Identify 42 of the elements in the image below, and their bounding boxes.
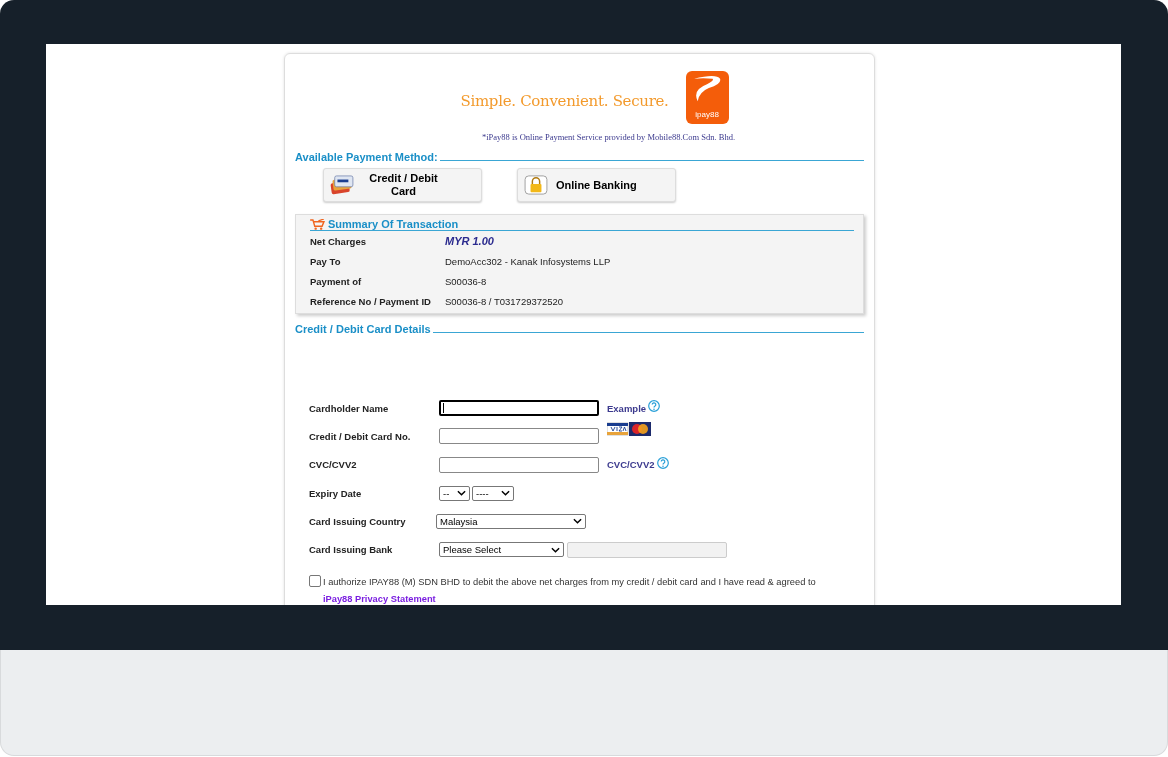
section-heading: Credit / Debit Card Details (295, 323, 431, 335)
help-link[interactable]: Example (607, 402, 647, 414)
privacy-link[interactable]: iPay88 Privacy Statement (323, 593, 436, 604)
footnote: *iPay88 is Online Payment Service provided by Mobile88.Com Sdn. Bhd. (481, 132, 736, 142)
summary-value: DemoAcc302 - Kanak Infosystems LLP (445, 256, 612, 267)
cart-icon (310, 219, 325, 230)
help-icon (656, 456, 669, 469)
dropdown[interactable]: -- (439, 485, 470, 501)
chevron-down-icon (501, 490, 510, 497)
payment-method-button[interactable]: Online Banking (517, 168, 676, 202)
field-label: CVC/CVV2 (309, 459, 358, 471)
tagline: Simple. Convenient. Secure. (460, 91, 669, 110)
chevron-down-icon (457, 490, 466, 497)
help-link[interactable]: CVC/CVV2 (607, 459, 655, 471)
dropdown[interactable]: ---- (472, 485, 514, 501)
field-label: Credit / Debit Card No. (309, 430, 412, 442)
logo-text: ipay88 (695, 110, 719, 119)
checkbox[interactable] (309, 574, 321, 587)
summary-value: S00036-8 (445, 276, 488, 287)
summary-label: Reference No / Payment ID (310, 296, 432, 307)
padlock-icon (524, 175, 548, 195)
summary-value: S00036-8 / T031729372520 (445, 296, 565, 307)
summary-title: Summary Of Transaction (328, 218, 459, 230)
input-field[interactable] (439, 400, 599, 417)
cards-icon (330, 175, 354, 195)
input-field[interactable] (439, 428, 599, 445)
field-label: Card Issuing Country (309, 515, 407, 527)
chevron-down-icon (551, 546, 560, 553)
dropdown[interactable]: Malaysia (436, 513, 586, 529)
consent-text: I authorize IPAY88 (M) SDN BHD to debit the above net charges from my credit / debit card and I have read & agreed to iPay88 Privacy Statement (323, 575, 817, 605)
summary-label: Net Charges (310, 236, 367, 247)
field-label: Expiry Date (309, 487, 363, 499)
amount-text: MYR 1.00 (445, 235, 495, 247)
input-field[interactable] (439, 456, 599, 473)
field-label: Cardholder Name (309, 402, 390, 414)
field-label: Card Issuing Bank (309, 544, 394, 556)
section-heading: Available Payment Method: (295, 151, 438, 163)
summary-label: Pay To (310, 256, 342, 267)
help-icon (648, 400, 661, 413)
chevron-down-icon (573, 518, 582, 525)
payment-method-button[interactable]: Credit / Debit Card (323, 168, 482, 202)
summary-label: Payment of (310, 276, 363, 287)
